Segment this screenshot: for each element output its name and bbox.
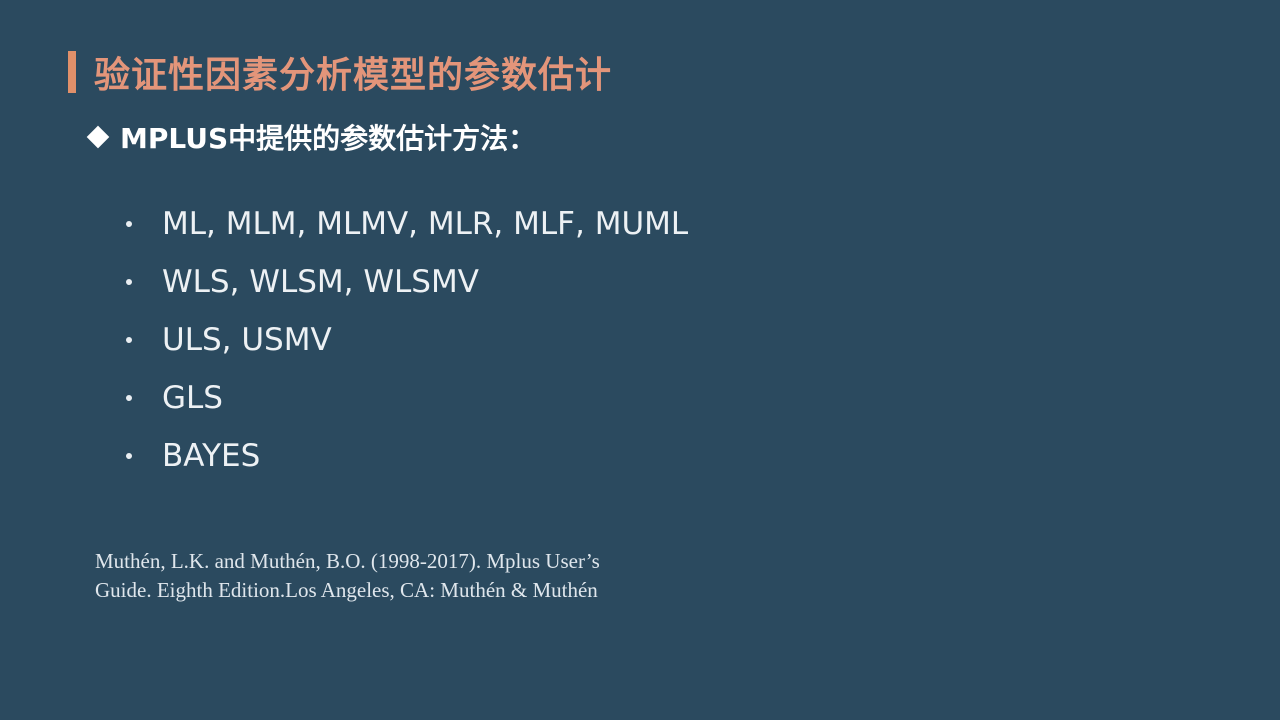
bullet-icon	[126, 395, 132, 401]
bullet-icon	[126, 279, 132, 285]
citation: Muthén, L.K. and Muthén, B.O. (1998-2017…	[95, 547, 735, 605]
list-item: BAYES	[126, 427, 688, 485]
list-item: WLS, WLSM, WLSMV	[126, 253, 688, 311]
subtitle-row: MPLUS中提供的参数估计方法：	[86, 115, 536, 159]
method-text: GLS	[162, 380, 223, 416]
list-item: ULS, USMV	[126, 311, 688, 369]
title-row: 验证性因素分析模型的参数估计	[68, 48, 612, 96]
citation-line-2: Guide. Eighth Edition.Los Angeles, CA: M…	[95, 578, 598, 602]
slide-subtitle: MPLUS中提供的参数估计方法：	[120, 122, 537, 155]
method-text: ML, MLM, MLMV, MLR, MLF, MUML	[162, 206, 689, 242]
list-item: GLS	[126, 369, 688, 427]
method-text: WLS, WLSM, WLSMV	[162, 264, 479, 300]
vertical-bar-icon	[68, 51, 76, 93]
bullet-icon	[126, 453, 132, 459]
method-text: BAYES	[162, 438, 261, 474]
citation-line-1: Muthén, L.K. and Muthén, B.O. (1998-2017…	[95, 549, 600, 573]
method-text: ULS, USMV	[162, 322, 332, 358]
diamond-icon	[86, 125, 110, 149]
slide-title: 验证性因素分析模型的参数估计	[94, 55, 613, 96]
bullet-icon	[126, 221, 132, 227]
slide: 验证性因素分析模型的参数估计 MPLUS中提供的参数估计方法： ML, MLM,…	[0, 0, 1280, 720]
list-item: ML, MLM, MLMV, MLR, MLF, MUML	[126, 195, 688, 253]
bullet-icon	[126, 337, 132, 343]
methods-list: ML, MLM, MLMV, MLR, MLF, MUML WLS, WLSM,…	[126, 195, 688, 485]
